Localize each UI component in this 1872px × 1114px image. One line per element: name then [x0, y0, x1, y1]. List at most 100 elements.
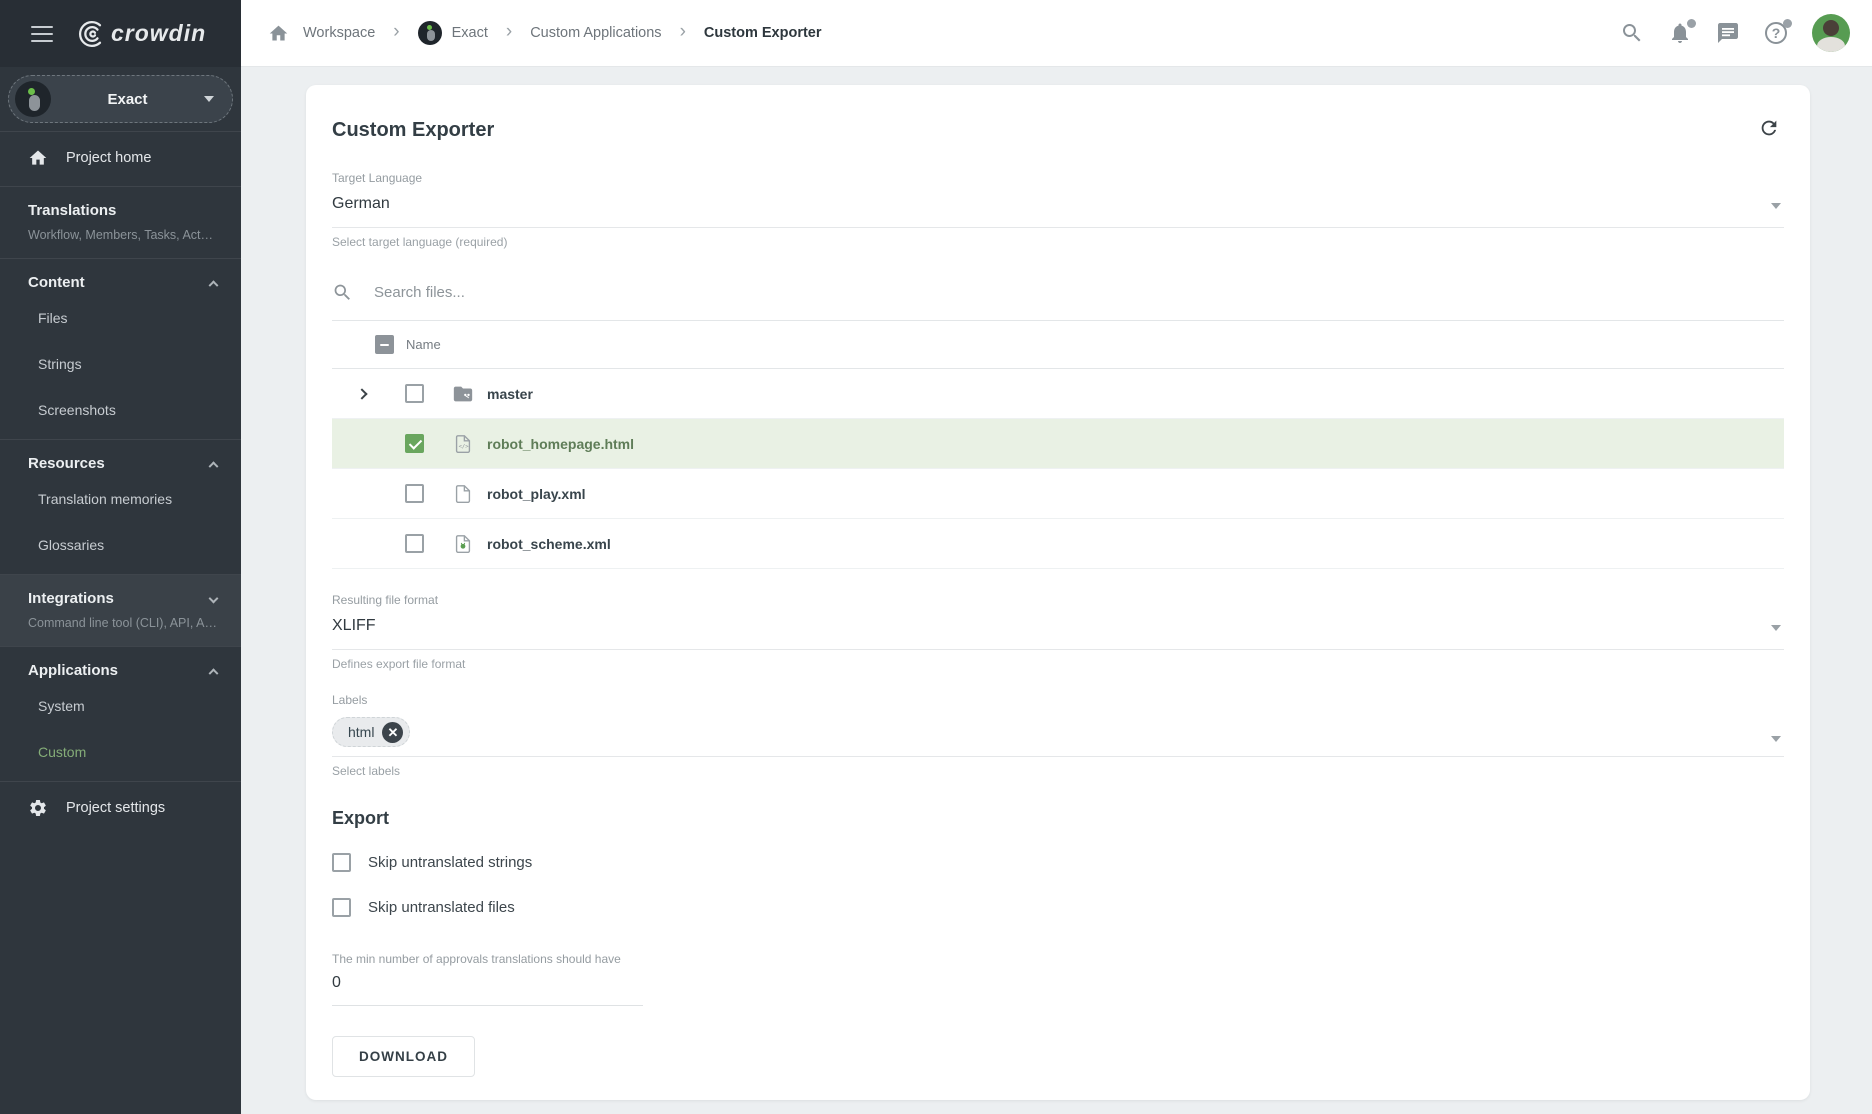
sidebar-item-files[interactable]: Files: [28, 295, 217, 341]
home-icon: [28, 148, 48, 168]
file-name: robot_scheme.xml: [487, 536, 611, 552]
sidebar-item-system[interactable]: System: [28, 683, 217, 729]
home-icon[interactable]: [268, 23, 289, 44]
labels-select[interactable]: html ✕: [332, 717, 1784, 757]
row-checkbox[interactable]: [405, 384, 424, 403]
notifications-badge: [1687, 19, 1696, 28]
chevron-down-icon: [204, 96, 214, 102]
remove-chip-icon[interactable]: ✕: [382, 722, 403, 743]
table-row-robot-scheme[interactable]: robot_scheme.xml: [332, 519, 1784, 569]
files-table-header: Name: [332, 321, 1784, 369]
breadcrumb: Workspace › Exact › Custom Applications …: [268, 21, 822, 45]
search-icon: [332, 282, 353, 303]
skip-untranslated-files-checkbox[interactable]: [332, 898, 351, 917]
section-subtitle: Command line tool (CLI), API, A…: [28, 616, 217, 630]
chevron-up-icon: [209, 280, 219, 290]
section-subtitle: Workflow, Members, Tasks, Act…: [28, 228, 217, 242]
crowdin-logo-text: crowdin: [111, 20, 206, 47]
table-row-robot-play[interactable]: robot_play.xml: [332, 469, 1784, 519]
target-language-helper: Select target language (required): [332, 235, 1784, 249]
breadcrumb-custom-applications[interactable]: Custom Applications: [530, 25, 661, 41]
topbar-icons: ?: [1620, 14, 1850, 52]
chip-text: html: [348, 724, 374, 740]
chevron-down-icon: [1771, 736, 1781, 742]
svg-text:</>: </>: [459, 444, 470, 450]
file-format-select[interactable]: XLIFF: [332, 617, 1784, 650]
file-format-label: Resulting file format: [332, 593, 1784, 607]
main-content: Custom Exporter Target Language German S…: [241, 67, 1872, 1114]
target-language-select[interactable]: German: [332, 195, 1784, 228]
sidebar-section-resources: Resources Translation memories Glossarie…: [0, 440, 241, 574]
sidebar-item-project-settings[interactable]: Project settings: [0, 782, 241, 834]
file-name: master: [487, 386, 533, 402]
project-avatar: [418, 21, 442, 45]
search-icon[interactable]: [1620, 21, 1644, 45]
file-search: [332, 269, 1784, 315]
target-language-value: German: [332, 195, 1784, 213]
breadcrumb-current-page: Custom Exporter: [704, 25, 822, 41]
project-avatar: [15, 81, 51, 117]
gear-icon: [28, 798, 48, 818]
chevron-right-icon: ›: [502, 22, 516, 44]
sidebar-section-integrations[interactable]: Integrations Command line tool (CLI), AP…: [0, 575, 241, 646]
checkbox-label: Skip untranslated strings: [368, 854, 532, 871]
search-files-input[interactable]: [374, 284, 974, 301]
notifications-bell-icon[interactable]: [1668, 21, 1692, 45]
download-button[interactable]: DOWNLOAD: [332, 1036, 475, 1077]
table-row-robot-homepage[interactable]: </> robot_homepage.html: [332, 419, 1784, 469]
row-checkbox-checked[interactable]: [405, 434, 424, 453]
branch-folder-icon: [452, 383, 474, 405]
file-name: robot_play.xml: [487, 486, 586, 502]
skip-untranslated-files-option: Skip untranslated files: [332, 895, 1784, 919]
skip-untranslated-strings-checkbox[interactable]: [332, 853, 351, 872]
sidebar-section-translations[interactable]: Translations Workflow, Members, Tasks, A…: [0, 187, 241, 258]
select-all-checkbox[interactable]: [375, 335, 394, 354]
labels-helper: Select labels: [332, 764, 1784, 778]
help-icon[interactable]: ?: [1764, 21, 1788, 45]
chevron-up-icon: [209, 668, 219, 678]
section-header-content[interactable]: Content: [28, 274, 217, 291]
xml-file-icon: [452, 483, 474, 505]
menu-icon[interactable]: [31, 26, 53, 42]
sidebar: Exact Project home Translations Workflow…: [0, 67, 241, 1114]
refresh-icon[interactable]: [1758, 117, 1784, 143]
project-name: Exact: [51, 91, 204, 108]
sidebar-item-label: Project home: [66, 150, 151, 166]
breadcrumb-workspace[interactable]: Workspace: [303, 25, 375, 41]
breadcrumb-project[interactable]: Exact: [418, 21, 488, 45]
labels-label: Labels: [332, 693, 1784, 707]
section-title: Content: [28, 274, 85, 291]
row-checkbox[interactable]: [405, 534, 424, 553]
sidebar-item-custom[interactable]: Custom: [28, 729, 217, 775]
target-language-label: Target Language: [332, 171, 1784, 185]
file-format-helper: Defines export file format: [332, 657, 1784, 671]
android-xml-file-icon: [452, 533, 474, 555]
expand-chevron-icon[interactable]: [356, 388, 367, 399]
sidebar-item-screenshots[interactable]: Screenshots: [28, 387, 217, 433]
html-file-icon: </>: [452, 433, 474, 455]
row-checkbox[interactable]: [405, 484, 424, 503]
sidebar-item-glossaries[interactable]: Glossaries: [28, 522, 217, 568]
section-header-applications[interactable]: Applications: [28, 662, 217, 679]
checkbox-label: Skip untranslated files: [368, 899, 515, 916]
name-column-header: Name: [406, 337, 441, 352]
skip-untranslated-strings-option: Skip untranslated strings: [332, 850, 1784, 874]
section-title: Resources: [28, 455, 105, 472]
messages-chat-icon[interactable]: [1716, 21, 1740, 45]
topbar-right: Workspace › Exact › Custom Applications …: [241, 0, 1872, 67]
project-selector[interactable]: Exact: [8, 75, 233, 123]
crowdin-logo[interactable]: crowdin: [75, 19, 206, 49]
approvals-input[interactable]: 0: [332, 974, 643, 1006]
sidebar-item-strings[interactable]: Strings: [28, 341, 217, 387]
sidebar-item-project-home[interactable]: Project home: [0, 132, 241, 184]
user-avatar[interactable]: [1812, 14, 1850, 52]
sidebar-section-applications: Applications System Custom: [0, 647, 241, 781]
section-header-resources[interactable]: Resources: [28, 455, 217, 472]
chevron-up-icon: [209, 461, 219, 471]
sidebar-item-translation-memories[interactable]: Translation memories: [28, 476, 217, 522]
help-badge: [1783, 19, 1792, 28]
export-section-title: Export: [332, 808, 1784, 829]
table-row-master[interactable]: master: [332, 369, 1784, 419]
sidebar-item-label: Project settings: [66, 800, 165, 816]
chevron-right-icon: ›: [676, 22, 690, 44]
